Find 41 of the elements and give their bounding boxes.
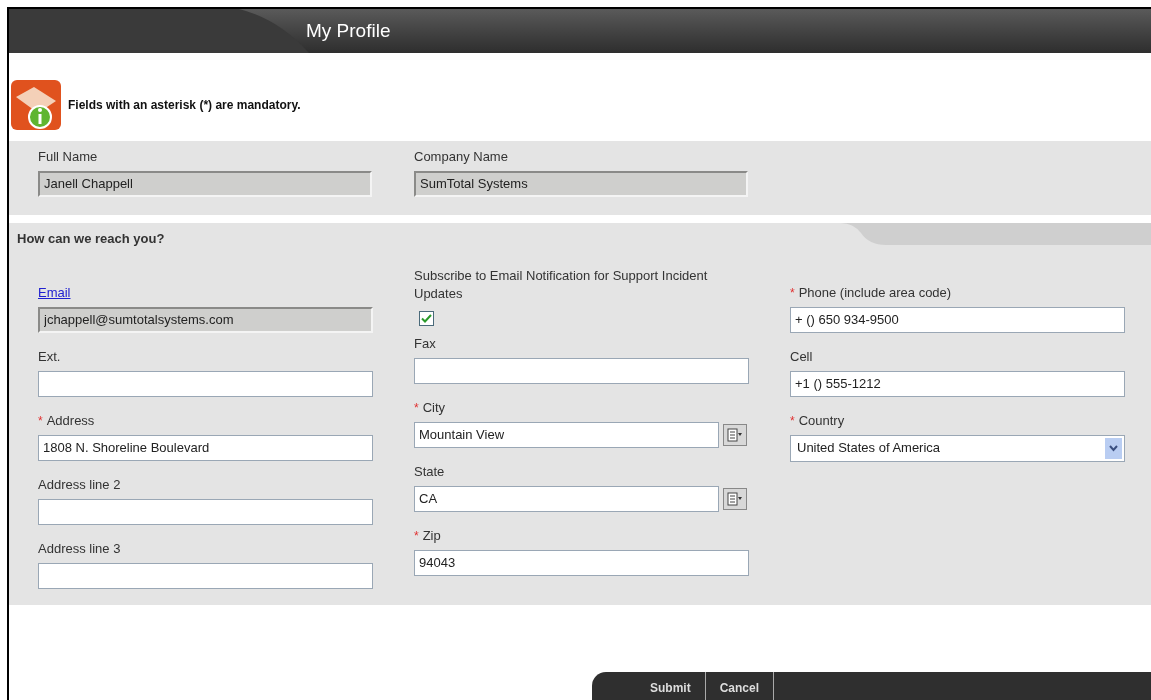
input-field[interactable] (38, 370, 373, 397)
required-mark: * (414, 527, 419, 545)
input-field[interactable]: 1808 N. Shoreline Boulevard (38, 434, 373, 461)
field-label: Cell (790, 347, 813, 366)
field-label: Address line 3 (38, 539, 121, 558)
required-mark: * (790, 412, 795, 430)
field-label: Company Name (414, 148, 509, 166)
input-field[interactable]: +1 () 555-1212 (790, 370, 1125, 397)
field-label: Address (46, 411, 95, 430)
check-icon (421, 313, 432, 323)
country-select[interactable]: United States of America (790, 434, 1125, 462)
field-label: City (422, 398, 446, 417)
mandatory-notice: Fields with an asterisk (*) are mandatory. (68, 97, 301, 114)
field-label: Phone (include area code) (798, 283, 952, 302)
input-field[interactable]: + () 650 934-9500 (790, 306, 1125, 333)
page-title: My Profile (306, 18, 391, 43)
input-field[interactable] (38, 562, 373, 589)
field-label: Ext. (38, 347, 61, 366)
required-mark: * (414, 399, 419, 417)
field-label: Fax (414, 334, 436, 353)
checkbox[interactable] (419, 310, 434, 326)
input-field[interactable]: 94043 (414, 549, 749, 576)
input-field[interactable] (414, 357, 749, 384)
input-field[interactable] (38, 498, 373, 525)
lookup-list-icon[interactable] (723, 423, 747, 446)
subscribe-label: Subscribe to Email Notification for Support Incident Updates (414, 266, 709, 303)
chevron-down-icon (1105, 437, 1122, 459)
required-mark: * (790, 284, 795, 302)
field-label: Country (798, 411, 845, 430)
info-icon (10, 79, 62, 131)
field-label: State (414, 462, 445, 481)
field-label: Address line 2 (38, 475, 121, 494)
section-title: How can we reach you? (17, 230, 165, 248)
lookup-list-icon[interactable] (723, 487, 747, 510)
input-field[interactable]: CA (414, 485, 719, 512)
footer-button[interactable]: Cancel (705, 672, 775, 700)
field-label: Zip (422, 526, 441, 545)
footer-button[interactable]: Submit (636, 672, 706, 700)
required-mark: * (38, 412, 43, 430)
field-label: Full Name (38, 148, 99, 166)
input-field[interactable]: Mountain View (414, 421, 719, 448)
